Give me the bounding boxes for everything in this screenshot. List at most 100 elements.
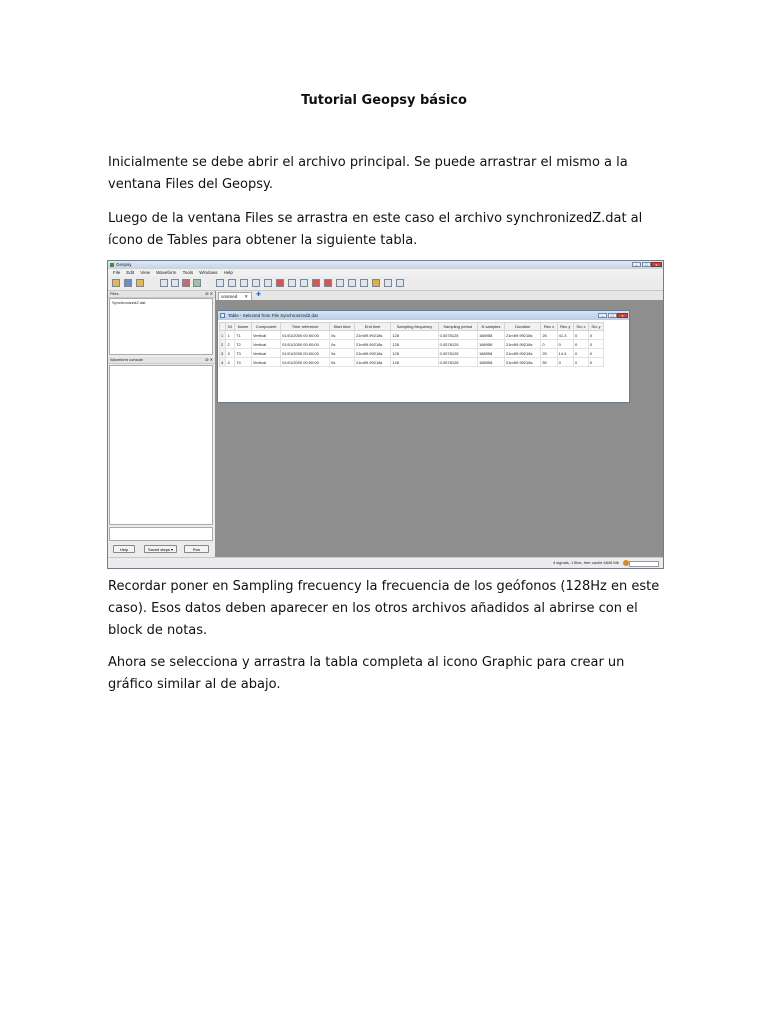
column-header[interactable]: Src x <box>572 322 589 331</box>
column-header[interactable]: Rec y <box>556 322 574 331</box>
column-header[interactable]: Rec x <box>540 322 558 331</box>
column-header[interactable]: End time <box>353 322 392 331</box>
run-button[interactable]: Run <box>184 545 209 553</box>
chart-icon[interactable] <box>193 279 201 287</box>
tool-8-icon[interactable] <box>300 279 308 287</box>
table-cell[interactable]: 21m59.99218s <box>503 357 542 367</box>
table-cell[interactable]: 01/01/2000 00:00:00 <box>280 330 331 340</box>
table-cell[interactable]: 128 <box>390 330 439 340</box>
file-item[interactable]: SynchronizedZ.dat <box>112 300 145 305</box>
table-row[interactable]: 2 2 T2 Vertical 01/01/2000 00:00:00 0s 21m59.9… <box>218 339 605 349</box>
console-input[interactable] <box>109 527 213 541</box>
table-cell[interactable]: 168958 <box>476 339 505 349</box>
load-icon[interactable] <box>136 279 144 287</box>
table-cell[interactable]: T1 <box>234 330 252 340</box>
table-cell[interactable]: 0 <box>572 348 589 358</box>
menu-waveform[interactable]: Waveform <box>156 269 176 276</box>
table-row[interactable]: 4 4 T4 Vertical 01/01/2000 00:00:00 0s 21m59.9… <box>218 357 605 367</box>
table-cell[interactable]: 0s <box>329 339 355 349</box>
table-cell[interactable]: 0 <box>556 339 574 349</box>
table-row[interactable]: 3 3 T3 Vertical 01/01/2000 00:00:00 0s 21m59.9… <box>218 348 605 358</box>
table-cell[interactable]: 0s <box>329 330 355 340</box>
add-tab-icon[interactable]: ✚ <box>256 292 261 299</box>
table-cell[interactable]: 0 <box>572 339 589 349</box>
table-cell[interactable]: 128 <box>390 339 439 349</box>
menu-help[interactable]: Help <box>224 269 233 276</box>
save-icon[interactable] <box>124 279 132 287</box>
table-cell[interactable]: 1 <box>225 330 236 340</box>
close-icon[interactable]: x <box>651 262 662 267</box>
column-header[interactable]: N samples <box>476 322 505 331</box>
column-header[interactable]: Name <box>234 322 252 331</box>
table-cell[interactable]: 168958 <box>476 357 505 367</box>
tool-14-icon[interactable] <box>372 279 380 287</box>
tab-close-icon[interactable]: ✕ <box>244 293 248 300</box>
table-cell[interactable]: 50 <box>540 357 558 367</box>
maximize-icon[interactable]: □ <box>642 262 651 267</box>
map-icon[interactable] <box>182 279 190 287</box>
table-icon[interactable] <box>171 279 179 287</box>
table-cell[interactable]: 25 <box>540 330 558 340</box>
tab-unamed[interactable]: unamed ✕ <box>218 292 252 300</box>
table-cell[interactable]: 25 <box>540 348 558 358</box>
files-panel-controls[interactable]: Ø ✕ <box>205 291 213 297</box>
table-cell[interactable]: 0 <box>556 357 574 367</box>
help-button[interactable]: Help <box>113 545 135 553</box>
column-header[interactable]: Sampling period <box>437 322 478 331</box>
table-cell[interactable]: 168958 <box>476 348 505 358</box>
files-list[interactable]: SynchronizedZ.dat <box>109 298 213 355</box>
table-cell[interactable]: Vertical <box>250 348 282 358</box>
table-cell[interactable]: 0s <box>329 357 355 367</box>
table-cell[interactable]: 0.0078125 <box>437 348 478 358</box>
table-cell[interactable]: 21m59.99218s <box>503 339 542 349</box>
table-cell[interactable]: 0 <box>572 357 589 367</box>
tool-3-icon[interactable] <box>240 279 248 287</box>
table-cell[interactable]: 14.4 <box>556 348 574 358</box>
tool-2-icon[interactable] <box>228 279 236 287</box>
waveform-console-controls[interactable]: Ø ✕ <box>205 357 213 363</box>
table-cell[interactable]: 0 <box>587 339 605 349</box>
tool-11-icon[interactable] <box>336 279 344 287</box>
table-cell[interactable]: 4 <box>225 357 236 367</box>
table-cell[interactable]: 128 <box>390 348 439 358</box>
table-cell[interactable]: 21m59.99218s <box>353 348 392 358</box>
table-cell[interactable]: T2 <box>234 339 252 349</box>
table-close-icon[interactable]: x <box>617 313 628 318</box>
table-cell[interactable]: 21m59.99218s <box>353 339 392 349</box>
table-minimize-icon[interactable]: – <box>598 313 607 318</box>
table-cell[interactable]: 0.0078125 <box>437 357 478 367</box>
column-header[interactable]: Src y <box>587 322 605 331</box>
table-cell[interactable]: T4 <box>234 357 252 367</box>
table-cell[interactable]: 0.0078125 <box>437 339 478 349</box>
table-cell[interactable]: 01/01/2000 00:00:00 <box>280 357 331 367</box>
minimize-icon[interactable]: – <box>632 262 641 267</box>
menu-view[interactable]: View <box>140 269 150 276</box>
table-cell[interactable]: 0.0078125 <box>437 330 478 340</box>
table-cell[interactable]: 01/01/2000 00:00:00 <box>280 348 331 358</box>
table-cell[interactable]: Vertical <box>250 330 282 340</box>
table-cell[interactable]: 21m59.99218s <box>353 357 392 367</box>
graphic-icon[interactable] <box>160 279 168 287</box>
column-header[interactable]: Time reference <box>280 322 331 331</box>
menu-file[interactable]: File <box>113 269 120 276</box>
table-cell[interactable]: 0 <box>540 339 558 349</box>
tool-9-icon[interactable] <box>312 279 320 287</box>
menu-tools[interactable]: Tools <box>183 269 194 276</box>
table-cell[interactable]: 2 <box>225 339 236 349</box>
tool-5-icon[interactable] <box>264 279 272 287</box>
table-cell[interactable]: 21m59.99218s <box>503 348 542 358</box>
tool-6-icon[interactable] <box>276 279 284 287</box>
tool-12-icon[interactable] <box>348 279 356 287</box>
saved-steps-button[interactable]: Saved steps ▾ <box>144 545 177 553</box>
table-cell[interactable]: 0 <box>587 357 605 367</box>
open-folder-icon[interactable] <box>112 279 120 287</box>
tool-16-icon[interactable] <box>396 279 404 287</box>
table-cell[interactable]: T3 <box>234 348 252 358</box>
menu-windows[interactable]: Windows <box>199 269 217 276</box>
tool-15-icon[interactable] <box>384 279 392 287</box>
table-cell[interactable]: Vertical <box>250 339 282 349</box>
table-cell[interactable]: 21m59.99218s <box>353 330 392 340</box>
column-header[interactable]: Component <box>250 322 282 331</box>
tool-4-icon[interactable] <box>252 279 260 287</box>
table-cell[interactable]: 3 <box>225 348 236 358</box>
